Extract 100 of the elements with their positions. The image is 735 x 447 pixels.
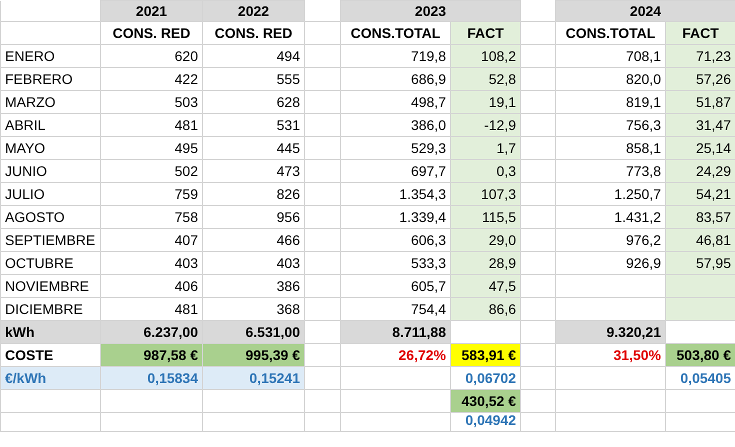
table-cell: 995,39 € (202, 344, 304, 366)
table-cell: 697,7 (340, 160, 450, 182)
table-cell: 29,0 (450, 228, 520, 252)
table-cell: 430,52 € (450, 390, 520, 412)
row-label: SEPTIEMBRE (0, 228, 100, 252)
table-cell: 28,9 (450, 252, 520, 274)
table-cell: 498,7 (340, 90, 450, 114)
table-cell: 422 (100, 68, 202, 90)
column-header: CONS.TOTAL (556, 22, 666, 44)
table-cell: 403 (202, 252, 304, 274)
table-cell: -12,9 (450, 114, 520, 136)
table-cell: 858,1 (556, 136, 666, 160)
table-cell: 495 (100, 136, 202, 160)
table-cell: 1.431,2 (556, 206, 666, 228)
table-cell: 6.531,00 (202, 320, 304, 344)
table-cell: 976,2 (556, 228, 666, 252)
table-cell: 533,3 (340, 252, 450, 274)
table-cell: 0,04942 (450, 412, 520, 432)
table-cell: 386 (202, 274, 304, 298)
column-header: CONS.TOTAL (340, 22, 450, 44)
column-header: CONS. RED (100, 22, 202, 44)
table-cell: 926,9 (556, 252, 666, 274)
row-label: €/kWh (0, 366, 100, 390)
table-cell: 52,8 (450, 68, 520, 90)
table-cell: 0,3 (450, 160, 520, 182)
table-cell: 758 (100, 206, 202, 228)
table-cell: 826 (202, 182, 304, 206)
table-cell: 466 (202, 228, 304, 252)
table-cell: 445 (202, 136, 304, 160)
table-cell: 406 (100, 274, 202, 298)
table-cell: 756,3 (556, 114, 666, 136)
table-cell: 620 (100, 44, 202, 68)
table-cell: 71,23 (666, 44, 735, 68)
table-cell: 26,72% (340, 344, 450, 366)
table-cell: 531 (202, 114, 304, 136)
table-cell: 628 (202, 90, 304, 114)
table-cell: 86,6 (450, 298, 520, 320)
table-cell: 605,7 (340, 274, 450, 298)
table-cell: 773,8 (556, 160, 666, 182)
table-cell: 386,0 (340, 114, 450, 136)
table-cell: 583,91 € (450, 344, 520, 366)
row-label: JULIO (0, 182, 100, 206)
table-cell: 606,3 (340, 228, 450, 252)
row-label: JUNIO (0, 160, 100, 182)
table-cell: 51,87 (666, 90, 735, 114)
table-cell: 719,8 (340, 44, 450, 68)
table-cell: 31,47 (666, 114, 735, 136)
row-label: ENERO (0, 44, 100, 68)
table-cell: 1,7 (450, 136, 520, 160)
row-label: AGOSTO (0, 206, 100, 228)
table-cell: 529,3 (340, 136, 450, 160)
row-label: kWh (0, 320, 100, 344)
table-cell: 9.320,21 (556, 320, 666, 344)
row-label: ABRIL (0, 114, 100, 136)
table-cell: 1.250,7 (556, 182, 666, 206)
table-cell: 107,3 (450, 182, 520, 206)
table-cell: 473 (202, 160, 304, 182)
table-cell: 503,80 € (666, 344, 735, 366)
column-header: FACT (666, 22, 735, 44)
table-cell: 494 (202, 44, 304, 68)
row-label: MAYO (0, 136, 100, 160)
table-cell: 57,26 (666, 68, 735, 90)
table-cell: 820,0 (556, 68, 666, 90)
table-cell: 1.354,3 (340, 182, 450, 206)
table-cell: 24,29 (666, 160, 735, 182)
table-cell: 503 (100, 90, 202, 114)
table-cell: 115,5 (450, 206, 520, 228)
table-cell: 108,2 (450, 44, 520, 68)
table-cell: 6.237,00 (100, 320, 202, 344)
table-cell: 502 (100, 160, 202, 182)
table-cell: 819,1 (556, 90, 666, 114)
table-cell: 25,14 (666, 136, 735, 160)
table-cell: 46,81 (666, 228, 735, 252)
column-header: CONS. RED (202, 22, 304, 44)
table-cell: 19,1 (450, 90, 520, 114)
table-cell: 987,58 € (100, 344, 202, 366)
table-cell: 759 (100, 182, 202, 206)
column-header: FACT (450, 22, 520, 44)
table-cell: 407 (100, 228, 202, 252)
table-cell: 403 (100, 252, 202, 274)
table-cell: 8.711,88 (340, 320, 450, 344)
table-cell: 31,50% (556, 344, 666, 366)
column-header: 2022 (202, 0, 304, 22)
table-cell: 481 (100, 114, 202, 136)
row-label: MARZO (0, 90, 100, 114)
table-cell: 708,1 (556, 44, 666, 68)
table-cell: 956 (202, 206, 304, 228)
table-cell: 0,15834 (100, 366, 202, 390)
table-cell: 686,9 (340, 68, 450, 90)
column-header: 2023 (340, 0, 520, 22)
table-cell: 1.339,4 (340, 206, 450, 228)
column-header: 2024 (556, 0, 735, 22)
table-cell: 0,15241 (202, 366, 304, 390)
row-label: OCTUBRE (0, 252, 100, 274)
table-cell: 555 (202, 68, 304, 90)
table-cell: 83,57 (666, 206, 735, 228)
table-cell: 57,95 (666, 252, 735, 274)
table-cell: 54,21 (666, 182, 735, 206)
row-label: NOVIEMBRE (0, 274, 100, 298)
row-label: FEBRERO (0, 68, 100, 90)
